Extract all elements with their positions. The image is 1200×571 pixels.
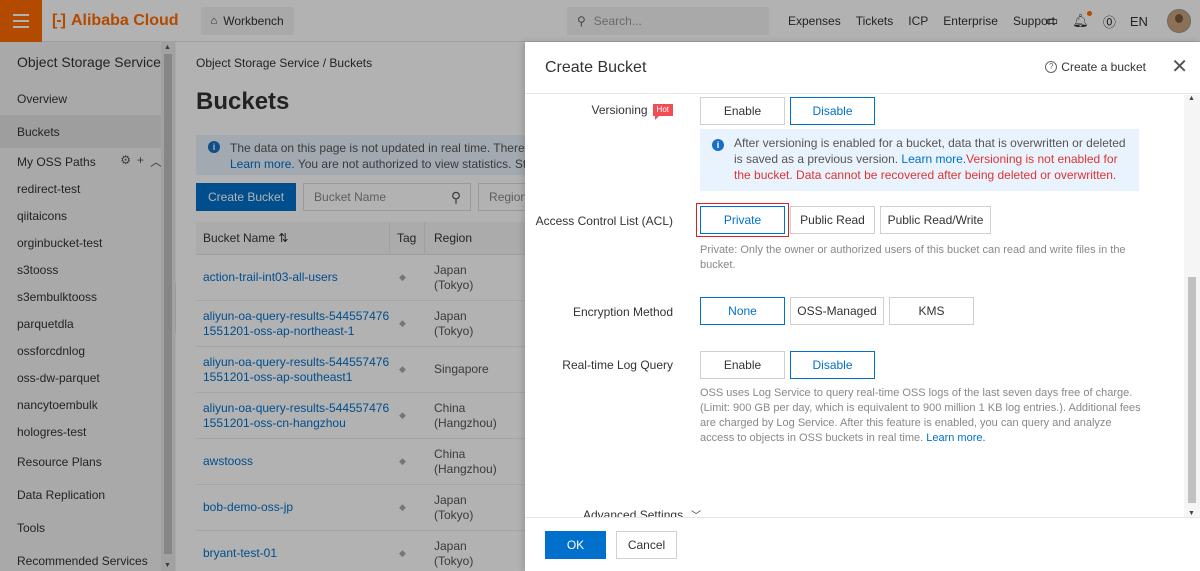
encryption-kms-option[interactable]: KMS — [889, 297, 974, 325]
encryption-options: None OSS-Managed KMS — [700, 297, 974, 325]
scroll-down-icon[interactable]: ▼ — [1188, 510, 1195, 517]
create-bucket-help-link[interactable]: ? Create a bucket — [1045, 60, 1146, 74]
versioning-disable-option[interactable]: Disable — [790, 97, 875, 125]
acl-help-text: Private: Only the owner or authorized us… — [700, 244, 1126, 271]
cancel-button[interactable]: Cancel — [616, 530, 677, 559]
log-query-enable-option[interactable]: Enable — [700, 351, 785, 379]
log-query-help: OSS uses Log Service to query real-time … — [700, 386, 1145, 446]
advanced-settings-toggle[interactable]: Advanced Settings ﹀ — [583, 507, 702, 518]
log-query-help-text: OSS uses Log Service to query real-time … — [700, 387, 1141, 444]
encryption-label: Encryption Method — [572, 305, 673, 319]
versioning-toggle: Enable Disable — [700, 97, 875, 125]
help-link-label: Create a bucket — [1061, 60, 1146, 74]
versioning-enable-option[interactable]: Enable — [700, 97, 785, 125]
log-query-learn-more[interactable]: Learn more. — [926, 432, 985, 444]
acl-label: Access Control List (ACL) — [535, 214, 673, 228]
log-query-disable-option[interactable]: Disable — [790, 351, 875, 379]
drawer-scrollbar[interactable]: ▲ ▼ — [1184, 95, 1200, 517]
create-bucket-drawer: Create Bucket ? Create a bucket ✕ Versio… — [525, 42, 1200, 571]
chevron-down-icon: ﹀ — [691, 511, 702, 517]
hot-badge: Hot — [652, 104, 673, 120]
advanced-settings-label: Advanced Settings — [583, 507, 684, 518]
versioning-info: i After versioning is enabled for a buck… — [700, 129, 1139, 191]
drawer-title: Create Bucket — [545, 58, 647, 76]
scroll-thumb[interactable] — [1188, 277, 1196, 503]
encryption-none-option[interactable]: None — [700, 297, 785, 325]
versioning-label: Versioning Hot — [591, 103, 673, 120]
close-icon[interactable]: ✕ — [1171, 54, 1188, 79]
versioning-learn-more[interactable]: Learn more. — [901, 152, 966, 166]
acl-highlight-box — [696, 203, 789, 237]
log-query-toggle: Enable Disable — [700, 351, 875, 379]
help-icon: ? — [1045, 61, 1058, 73]
log-query-label: Real-time Log Query — [562, 358, 673, 372]
scroll-up-icon[interactable]: ▲ — [1188, 95, 1195, 102]
acl-public-read-write-option[interactable]: Public Read/Write — [880, 206, 991, 234]
info-icon: i — [712, 139, 724, 151]
drawer-body: Versioning Hot Enable Disable i After ver… — [525, 95, 1184, 517]
encryption-oss-managed-option[interactable]: OSS-Managed — [790, 297, 884, 325]
ok-button[interactable]: OK — [545, 530, 606, 559]
drawer-footer: OK Cancel — [525, 517, 1200, 571]
acl-public-read-option[interactable]: Public Read — [790, 206, 875, 234]
versioning-label-text: Versioning — [591, 103, 648, 117]
